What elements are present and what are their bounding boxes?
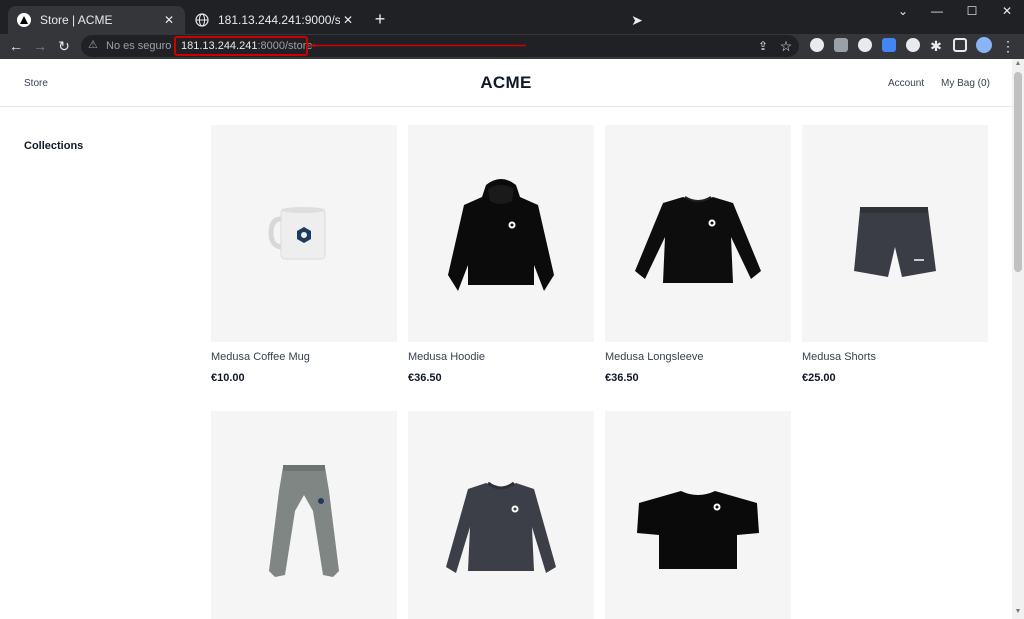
nav-account-link[interactable]: Account xyxy=(888,78,924,89)
product-name[interactable]: Medusa Shorts xyxy=(802,351,876,363)
close-tab-icon[interactable]: ✕ xyxy=(161,13,177,27)
sweatpants-icon xyxy=(269,465,339,577)
page-viewport: Store ACME Account My Bag (0) Collection… xyxy=(0,59,1012,619)
product-image[interactable] xyxy=(408,411,594,619)
product-card-hoodie[interactable]: Medusa Hoodie €36.50 xyxy=(408,125,594,384)
site-header: Store ACME Account My Bag (0) xyxy=(0,59,1012,107)
sweatshirt-icon xyxy=(446,481,556,573)
back-arrow-icon[interactable]: ← xyxy=(7,37,25,55)
product-price: €36.50 xyxy=(605,372,639,384)
globe-icon xyxy=(194,12,210,28)
extension-camera-icon[interactable] xyxy=(906,38,920,52)
product-price: €25.00 xyxy=(802,372,836,384)
side-panel-icon[interactable] xyxy=(953,38,967,52)
tab-search-icon[interactable]: ⌄ xyxy=(886,0,920,22)
extension-ip-icon[interactable] xyxy=(810,38,824,52)
product-image[interactable] xyxy=(802,125,988,342)
longsleeve-icon xyxy=(635,196,761,283)
product-card-coffee-mug[interactable]: Medusa Coffee Mug €10.00 xyxy=(211,125,397,384)
mouse-cursor-icon: ➤ xyxy=(631,12,643,28)
product-image[interactable] xyxy=(408,125,594,342)
shorts-icon xyxy=(854,207,936,277)
product-name[interactable]: Medusa Coffee Mug xyxy=(211,351,310,363)
product-image[interactable] xyxy=(605,125,791,342)
scrollbar-thumb[interactable] xyxy=(1014,72,1022,272)
site-logo[interactable]: ACME xyxy=(0,73,1012,93)
extension-blue-icon[interactable] xyxy=(882,38,896,52)
annotation-arrow-icon xyxy=(308,44,526,47)
product-image[interactable] xyxy=(605,411,791,619)
product-name[interactable]: Medusa Hoodie xyxy=(408,351,485,363)
security-label: No es seguro xyxy=(106,40,172,52)
share-icon[interactable]: ⇪ xyxy=(754,37,772,55)
extensions-puzzle-icon[interactable]: ✱ xyxy=(927,37,945,55)
extension-circle-icon[interactable] xyxy=(858,38,872,52)
product-card-sweatpants[interactable] xyxy=(211,411,397,619)
acme-favicon-icon xyxy=(16,12,32,28)
product-card-sweatshirt[interactable] xyxy=(408,411,594,619)
product-image[interactable] xyxy=(211,125,397,342)
maximize-icon[interactable]: ☐ xyxy=(955,0,989,22)
warning-icon[interactable]: ⚠ xyxy=(88,38,98,51)
url-highlight-box xyxy=(174,36,308,56)
product-card-tshirt[interactable] xyxy=(605,411,791,619)
tshirt-icon xyxy=(637,491,759,569)
profile-avatar[interactable] xyxy=(976,37,992,53)
product-price: €10.00 xyxy=(211,372,245,384)
nav-bag-link[interactable]: My Bag (0) xyxy=(941,78,990,89)
mug-icon xyxy=(268,207,326,260)
product-card-shorts[interactable]: Medusa Shorts €25.00 xyxy=(802,125,988,384)
tab-store-acme[interactable]: Store | ACME ✕ xyxy=(8,6,185,34)
reload-icon[interactable]: ↻ xyxy=(55,37,73,55)
browser-tab-bar: Store | ACME ✕ 181.13.244.241:9000/store… xyxy=(0,0,1024,34)
forward-arrow-icon[interactable]: → xyxy=(31,37,49,55)
tab-store-product[interactable]: 181.13.244.241:9000/store/produ ✕ xyxy=(186,6,364,34)
extension-puzzle-gray-icon[interactable] xyxy=(834,38,848,52)
collections-heading: Collections xyxy=(24,140,84,152)
bookmark-star-icon[interactable]: ☆ xyxy=(777,37,795,55)
minimize-icon[interactable]: — xyxy=(920,0,954,22)
tab-title: 181.13.244.241:9000/store/produ xyxy=(218,13,340,27)
scroll-down-arrow-icon[interactable]: ▼ xyxy=(1013,607,1023,617)
product-name[interactable]: Medusa Longsleeve xyxy=(605,351,703,363)
tab-title: Store | ACME xyxy=(40,13,113,27)
menu-kebab-icon[interactable]: ⋮ xyxy=(999,37,1017,55)
close-window-icon[interactable]: ✕ xyxy=(990,0,1024,22)
new-tab-button[interactable]: + xyxy=(372,10,388,28)
hoodie-icon xyxy=(448,179,554,291)
product-price: €36.50 xyxy=(408,372,442,384)
product-card-longsleeve[interactable]: Medusa Longsleeve €36.50 xyxy=(605,125,791,384)
close-tab-icon[interactable]: ✕ xyxy=(340,13,356,27)
scroll-up-arrow-icon[interactable]: ▲ xyxy=(1013,59,1023,69)
product-image[interactable] xyxy=(211,411,397,619)
